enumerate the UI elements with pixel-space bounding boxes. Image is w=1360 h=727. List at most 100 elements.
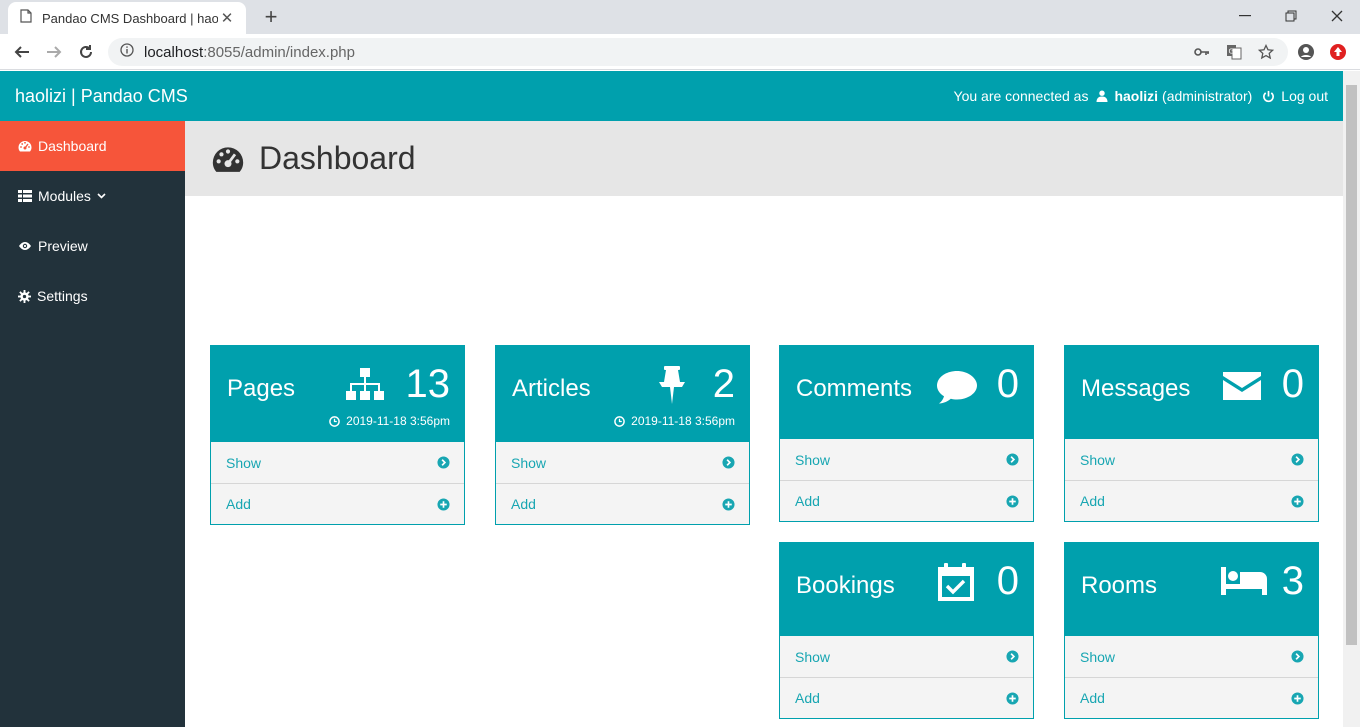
chevron-down-icon [97, 191, 106, 202]
card-header: Bookings 0 [780, 543, 1033, 636]
card-title: Bookings [796, 572, 895, 599]
url-text: localhost:8055/admin/index.php [144, 43, 355, 61]
card-title: Pages [227, 375, 296, 402]
envelope-icon [1219, 368, 1265, 404]
bookmark-star-icon[interactable] [1252, 38, 1280, 66]
show-label: Show [795, 648, 831, 665]
card-count: 0 [1281, 362, 1304, 406]
card-add-link[interactable]: Add [780, 677, 1033, 718]
add-label: Add [795, 493, 820, 509]
card-count: 3 [1281, 559, 1304, 603]
card-show-link[interactable]: Show [1065, 439, 1318, 480]
card-title: Articles [512, 375, 591, 402]
logout-label: Log out [1281, 88, 1328, 104]
card-header: Pages 13 2019-11-18 3:56pm [211, 346, 464, 442]
key-icon[interactable] [1188, 38, 1216, 66]
page-header: Dashboard [185, 121, 1343, 196]
bed-icon [1219, 565, 1269, 597]
sidebar-item-preview[interactable]: Preview [0, 221, 185, 271]
card-show-link[interactable]: Show [496, 442, 749, 483]
sidebar-item-label: Dashboard [38, 138, 107, 154]
calendar-check-icon [934, 561, 976, 603]
card-add-link[interactable]: Add [1065, 480, 1318, 521]
sidebar-item-modules[interactable]: Modules [0, 171, 185, 221]
page-icon [20, 8, 32, 28]
card-add-link[interactable]: Add [496, 483, 749, 524]
card-header: Messages 0 [1065, 346, 1318, 439]
translate-icon[interactable]: G [1220, 38, 1248, 66]
plus-circle-icon [1006, 494, 1019, 508]
info-icon[interactable] [120, 42, 134, 62]
card-show-link[interactable]: Show [211, 442, 464, 483]
page-title: Dashboard [259, 140, 416, 176]
card-show-link[interactable]: Show [780, 439, 1033, 480]
plus-circle-icon [1006, 691, 1019, 705]
show-label: Show [511, 454, 547, 471]
power-icon [1262, 90, 1275, 103]
plus-circle-icon [1291, 691, 1304, 705]
arrow-circle-right-icon [1291, 453, 1304, 466]
brand-title[interactable]: haolizi | Pandao CMS [15, 71, 188, 121]
tab-close-icon[interactable]: ✕ [218, 9, 236, 27]
card-count: 0 [996, 559, 1019, 603]
card-header: Rooms 3 [1065, 543, 1318, 636]
user-role: (administrator) [1162, 88, 1253, 104]
card-date: 2019-11-18 3:56pm [614, 414, 735, 428]
forward-button[interactable] [40, 38, 68, 66]
card-articles: Articles 2 2019-11-18 3:56pm Show Add [495, 345, 750, 525]
card-title: Comments [796, 375, 913, 402]
arrow-circle-right-icon [1291, 650, 1304, 663]
svg-text:G: G [1229, 48, 1234, 56]
app-header: haolizi | Pandao CMS You are connected a… [0, 71, 1343, 121]
reload-button[interactable] [72, 38, 100, 66]
minimize-button[interactable] [1222, 0, 1268, 32]
close-window-button[interactable] [1314, 0, 1360, 32]
arrow-circle-right-icon [722, 456, 735, 469]
logout-link[interactable]: Log out [1262, 71, 1328, 121]
sidebar-item-dashboard[interactable]: Dashboard [0, 121, 185, 171]
extension-icon[interactable] [1324, 38, 1352, 66]
browser-tabstrip: Pandao CMS Dashboard | haolizi ✕ + [0, 0, 1360, 34]
address-bar[interactable]: localhost:8055/admin/index.php [108, 38, 1288, 66]
comment-icon [934, 368, 980, 406]
sidebar-item-settings[interactable]: Settings [0, 271, 185, 321]
add-label: Add [1080, 493, 1105, 509]
card-add-link[interactable]: Add [780, 480, 1033, 521]
card-add-link[interactable]: Add [211, 483, 464, 524]
tab-title: Pandao CMS Dashboard | haolizi [42, 10, 218, 26]
connected-label: You are connected as [953, 88, 1089, 104]
scrollbar-thumb[interactable] [1346, 85, 1357, 645]
card-show-link[interactable]: Show [1065, 636, 1318, 677]
new-tab-button[interactable]: + [258, 4, 284, 30]
user-icon [1096, 90, 1108, 102]
user-info: You are connected as haolizi (administra… [954, 71, 1328, 121]
pin-icon [652, 364, 692, 406]
arrow-circle-right-icon [437, 456, 450, 469]
dashboard-icon [18, 140, 32, 152]
card-count: 13 [405, 362, 451, 406]
card-messages: Messages 0 Show Add [1064, 345, 1319, 522]
card-rooms: Rooms 3 Show Add [1064, 542, 1319, 719]
add-label: Add [795, 690, 820, 706]
main-content: Dashboard Pages 13 2019-11-18 3:56pm Sho… [185, 121, 1343, 727]
grid-icon [18, 190, 32, 202]
show-label: Show [226, 454, 262, 471]
arrow-circle-right-icon [1006, 650, 1019, 663]
username: haolizi [1114, 88, 1159, 104]
back-button[interactable] [8, 38, 36, 66]
plus-circle-icon [437, 497, 450, 511]
restore-button[interactable] [1268, 0, 1314, 32]
sidebar-item-label: Modules [38, 188, 91, 204]
profile-icon[interactable] [1292, 38, 1320, 66]
card-add-link[interactable]: Add [1065, 677, 1318, 718]
vertical-scrollbar[interactable] [1343, 71, 1360, 727]
show-label: Show [795, 451, 831, 468]
card-header: Comments 0 [780, 346, 1033, 439]
card-count: 0 [996, 362, 1019, 406]
card-date: 2019-11-18 3:56pm [329, 414, 450, 428]
gear-icon [18, 289, 31, 303]
card-show-link[interactable]: Show [780, 636, 1033, 677]
arrow-circle-right-icon [1006, 453, 1019, 466]
browser-tab[interactable]: Pandao CMS Dashboard | haolizi ✕ [8, 2, 246, 34]
sidebar-item-label: Settings [37, 288, 88, 304]
